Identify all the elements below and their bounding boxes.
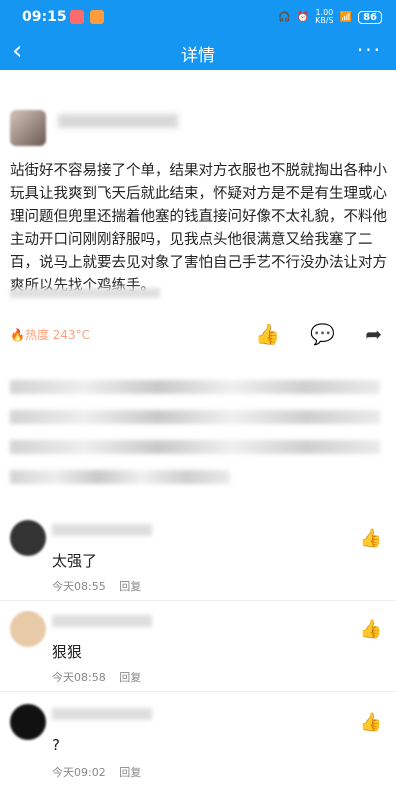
comment-item: 太强了 今天08:55 回复 👍: [0, 510, 396, 600]
status-bar: 09:15 🎧 ⏰ 1.00 KB/S 📶 86: [0, 0, 396, 34]
page-title: 详情: [181, 46, 215, 66]
comment-text: 太强了: [52, 552, 98, 570]
comment-text: 狠狠: [52, 643, 83, 661]
top-navbar: ‹ 详情 ···: [0, 34, 396, 70]
avatar[interactable]: [10, 520, 46, 556]
post-body: 站街好不容易接了个单，结果对方衣服也不脱就掏出各种小玩具让我爽到飞天后就此结束，…: [10, 163, 387, 294]
comment-time: 今天08:58: [52, 671, 106, 684]
post-meta-redacted: [10, 288, 160, 298]
redacted-line: [10, 440, 380, 454]
username-redacted: [52, 524, 152, 536]
like-icon[interactable]: 👍: [255, 322, 280, 346]
reply-button[interactable]: 回复: [119, 580, 141, 593]
comment-item: 狠狠 今天08:58 回复 👍: [0, 601, 396, 691]
username-redacted: [52, 615, 152, 627]
comment-icon[interactable]: 💬: [310, 322, 335, 346]
like-icon[interactable]: 👍: [360, 712, 382, 733]
comment-item: ? 今天09:02 回复 👍: [0, 692, 396, 800]
like-icon[interactable]: 👍: [360, 528, 382, 549]
comment-meta: 今天08:58 回复: [52, 669, 151, 685]
status-time: 09:15: [22, 9, 67, 25]
alarm-icon: ⏰: [296, 11, 310, 23]
reply-button[interactable]: 回复: [119, 766, 141, 779]
battery-indicator: 86: [358, 10, 382, 24]
headset-icon: 🎧: [278, 11, 291, 23]
avatar[interactable]: [10, 110, 46, 146]
redacted-line: [10, 410, 380, 424]
network-speed: 1.00 KB/S: [315, 8, 334, 25]
username-redacted: [58, 114, 178, 128]
comment-time: 今天08:55: [52, 580, 106, 593]
username-redacted: [52, 708, 152, 720]
notification-icons: [70, 10, 104, 24]
post-card: 站街好不容易接了个单，结果对方衣服也不脱就掏出各种小玩具让我爽到飞天后就此结束，…: [0, 70, 396, 380]
like-icon[interactable]: 👍: [360, 619, 382, 640]
reply-button[interactable]: 回复: [119, 671, 141, 684]
comment-meta: 今天08:55 回复: [52, 578, 151, 594]
share-icon[interactable]: ➦: [365, 322, 382, 346]
avatar[interactable]: [10, 611, 46, 647]
avatar[interactable]: [10, 704, 46, 740]
more-icon[interactable]: ···: [357, 38, 382, 62]
app-notification-icon: [90, 10, 104, 24]
quoted-reply-redacted: [0, 370, 396, 510]
comment-time: 今天09:02: [52, 766, 106, 779]
redacted-line: [10, 470, 230, 484]
post-actions: 👍 💬 ➦: [255, 322, 382, 346]
signal-icon: 📶: [339, 11, 353, 23]
comment-meta: 今天09:02 回复: [52, 764, 151, 780]
content-area: 站街好不容易接了个单，结果对方衣服也不脱就掏出各种小玩具让我爽到飞天后就此结束，…: [0, 70, 396, 800]
redacted-line: [10, 380, 380, 394]
comment-text: ?: [52, 736, 60, 754]
status-right: 🎧 ⏰ 1.00 KB/S 📶 86: [278, 9, 382, 25]
app-notification-icon: [70, 10, 84, 24]
heat-label: 🔥热度 243°C: [10, 328, 91, 342]
